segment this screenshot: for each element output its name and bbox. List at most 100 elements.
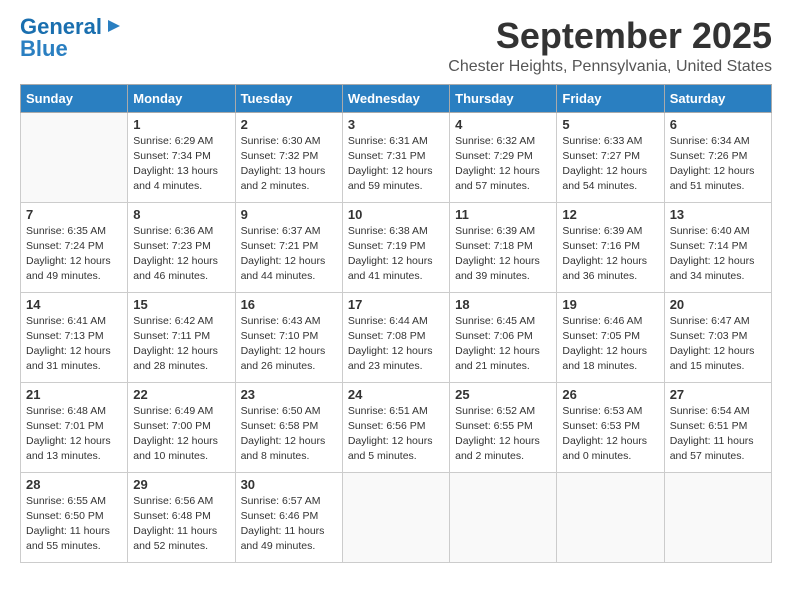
logo-blue: Blue	[20, 38, 68, 60]
calendar-cell: 9 Sunrise: 6:37 AMSunset: 7:21 PMDaylight…	[235, 202, 342, 292]
day-info: Sunrise: 6:31 AMSunset: 7:31 PMDaylight:…	[348, 134, 444, 195]
title-block: September 2025 Chester Heights, Pennsylv…	[448, 16, 772, 76]
day-info: Sunrise: 6:53 AMSunset: 6:53 PMDaylight:…	[562, 404, 658, 465]
day-info: Sunrise: 6:47 AMSunset: 7:03 PMDaylight:…	[670, 314, 766, 375]
month-title: September 2025	[448, 16, 772, 56]
day-number: 23	[241, 387, 337, 402]
calendar-header-row: SundayMondayTuesdayWednesdayThursdayFrid…	[21, 84, 772, 112]
calendar-cell	[664, 472, 771, 562]
day-number: 17	[348, 297, 444, 312]
day-number: 14	[26, 297, 122, 312]
calendar-cell	[342, 472, 449, 562]
day-number: 24	[348, 387, 444, 402]
day-info: Sunrise: 6:39 AMSunset: 7:16 PMDaylight:…	[562, 224, 658, 285]
calendar-cell: 22 Sunrise: 6:49 AMSunset: 7:00 PMDayligh…	[128, 382, 235, 472]
day-number: 27	[670, 387, 766, 402]
day-info: Sunrise: 6:42 AMSunset: 7:11 PMDaylight:…	[133, 314, 229, 375]
calendar-cell: 8Sunrise: 6:36 AMSunset: 7:23 PMDaylight…	[128, 202, 235, 292]
day-info: Sunrise: 6:48 AMSunset: 7:01 PMDaylight:…	[26, 404, 122, 465]
location: Chester Heights, Pennsylvania, United St…	[448, 58, 772, 76]
calendar-cell: 25Sunrise: 6:52 AMSunset: 6:55 PMDayligh…	[450, 382, 557, 472]
day-header-saturday: Saturday	[664, 84, 771, 112]
day-info: Sunrise: 6:39 AMSunset: 7:18 PMDaylight:…	[455, 224, 551, 285]
page-header: General Blue September 2025 Chester Heig…	[20, 16, 772, 76]
calendar-cell: 5Sunrise: 6:33 AMSunset: 7:27 PMDaylight…	[557, 112, 664, 202]
day-number: 6	[670, 117, 766, 132]
day-header-thursday: Thursday	[450, 84, 557, 112]
day-info: Sunrise: 6:36 AMSunset: 7:23 PMDaylight:…	[133, 224, 229, 285]
calendar-cell: 4 Sunrise: 6:32 AMSunset: 7:29 PMDaylight…	[450, 112, 557, 202]
day-info: Sunrise: 6:51 AMSunset: 6:56 PMDaylight:…	[348, 404, 444, 465]
day-info: Sunrise: 6:35 AMSunset: 7:24 PMDaylight:…	[26, 224, 122, 285]
day-number: 11	[455, 207, 551, 222]
day-info: Sunrise: 6:37 AMSunset: 7:21 PMDaylight:…	[241, 224, 337, 285]
day-info: Sunrise: 6:29 AMSunset: 7:34 PMDaylight:…	[133, 134, 229, 195]
calendar-cell	[557, 472, 664, 562]
day-header-wednesday: Wednesday	[342, 84, 449, 112]
day-info: Sunrise: 6:40 AMSunset: 7:14 PMDaylight:…	[670, 224, 766, 285]
calendar-cell: 14 Sunrise: 6:41 AMSunset: 7:13 PMDayligh…	[21, 292, 128, 382]
day-info: Sunrise: 6:41 AMSunset: 7:13 PMDaylight:…	[26, 314, 122, 375]
calendar-cell: 23 Sunrise: 6:50 AMSunset: 6:58 PMDayligh…	[235, 382, 342, 472]
day-header-friday: Friday	[557, 84, 664, 112]
week-row-4: 21 Sunrise: 6:48 AMSunset: 7:01 PMDayligh…	[21, 382, 772, 472]
day-number: 15	[133, 297, 229, 312]
day-info: Sunrise: 6:50 AMSunset: 6:58 PMDaylight:…	[241, 404, 337, 465]
calendar-cell: 17 Sunrise: 6:44 AMSunset: 7:08 PMDayligh…	[342, 292, 449, 382]
calendar-cell: 10 Sunrise: 6:38 AMSunset: 7:19 PMDayligh…	[342, 202, 449, 292]
day-number: 26	[562, 387, 658, 402]
day-number: 9	[241, 207, 337, 222]
calendar-cell: 19Sunrise: 6:46 AMSunset: 7:05 PMDayligh…	[557, 292, 664, 382]
day-number: 7	[26, 207, 122, 222]
day-number: 10	[348, 207, 444, 222]
calendar-cell: 1 Sunrise: 6:29 AMSunset: 7:34 PMDaylight…	[128, 112, 235, 202]
day-info: Sunrise: 6:49 AMSunset: 7:00 PMDaylight:…	[133, 404, 229, 465]
day-number: 2	[241, 117, 337, 132]
day-number: 12	[562, 207, 658, 222]
calendar-cell: 3Sunrise: 6:31 AMSunset: 7:31 PMDaylight…	[342, 112, 449, 202]
calendar-cell: 2 Sunrise: 6:30 AMSunset: 7:32 PMDaylight…	[235, 112, 342, 202]
day-header-sunday: Sunday	[21, 84, 128, 112]
day-info: Sunrise: 6:33 AMSunset: 7:27 PMDaylight:…	[562, 134, 658, 195]
day-header-tuesday: Tuesday	[235, 84, 342, 112]
calendar-cell: 11 Sunrise: 6:39 AMSunset: 7:18 PMDayligh…	[450, 202, 557, 292]
day-number: 22	[133, 387, 229, 402]
day-info: Sunrise: 6:44 AMSunset: 7:08 PMDaylight:…	[348, 314, 444, 375]
calendar-cell: 12 Sunrise: 6:39 AMSunset: 7:16 PMDayligh…	[557, 202, 664, 292]
calendar-cell: 30Sunrise: 6:57 AMSunset: 6:46 PMDayligh…	[235, 472, 342, 562]
calendar-cell: 27 Sunrise: 6:54 AMSunset: 6:51 PMDayligh…	[664, 382, 771, 472]
week-row-5: 28Sunrise: 6:55 AMSunset: 6:50 PMDayligh…	[21, 472, 772, 562]
day-info: Sunrise: 6:56 AMSunset: 6:48 PMDaylight:…	[133, 494, 229, 555]
day-info: Sunrise: 6:38 AMSunset: 7:19 PMDaylight:…	[348, 224, 444, 285]
day-info: Sunrise: 6:43 AMSunset: 7:10 PMDaylight:…	[241, 314, 337, 375]
calendar-cell: 28Sunrise: 6:55 AMSunset: 6:50 PMDayligh…	[21, 472, 128, 562]
day-info: Sunrise: 6:30 AMSunset: 7:32 PMDaylight:…	[241, 134, 337, 195]
logo-arrow-icon	[104, 16, 124, 36]
calendar-cell: 26 Sunrise: 6:53 AMSunset: 6:53 PMDayligh…	[557, 382, 664, 472]
day-number: 13	[670, 207, 766, 222]
calendar-cell: 16 Sunrise: 6:43 AMSunset: 7:10 PMDayligh…	[235, 292, 342, 382]
calendar-cell: 18Sunrise: 6:45 AMSunset: 7:06 PMDayligh…	[450, 292, 557, 382]
calendar-cell: 21 Sunrise: 6:48 AMSunset: 7:01 PMDayligh…	[21, 382, 128, 472]
day-number: 21	[26, 387, 122, 402]
day-info: Sunrise: 6:45 AMSunset: 7:06 PMDaylight:…	[455, 314, 551, 375]
week-row-2: 7 Sunrise: 6:35 AMSunset: 7:24 PMDaylight…	[21, 202, 772, 292]
day-number: 25	[455, 387, 551, 402]
day-header-monday: Monday	[128, 84, 235, 112]
day-number: 20	[670, 297, 766, 312]
calendar-cell: 13 Sunrise: 6:40 AMSunset: 7:14 PMDayligh…	[664, 202, 771, 292]
day-number: 19	[562, 297, 658, 312]
calendar-cell: 15 Sunrise: 6:42 AMSunset: 7:11 PMDayligh…	[128, 292, 235, 382]
calendar-body: 1 Sunrise: 6:29 AMSunset: 7:34 PMDaylight…	[21, 112, 772, 562]
day-number: 30	[241, 477, 337, 492]
day-number: 16	[241, 297, 337, 312]
day-number: 1	[133, 117, 229, 132]
day-number: 4	[455, 117, 551, 132]
day-info: Sunrise: 6:34 AMSunset: 7:26 PMDaylight:…	[670, 134, 766, 195]
calendar-cell: 20 Sunrise: 6:47 AMSunset: 7:03 PMDayligh…	[664, 292, 771, 382]
week-row-1: 1 Sunrise: 6:29 AMSunset: 7:34 PMDaylight…	[21, 112, 772, 202]
day-info: Sunrise: 6:54 AMSunset: 6:51 PMDaylight:…	[670, 404, 766, 465]
day-info: Sunrise: 6:32 AMSunset: 7:29 PMDaylight:…	[455, 134, 551, 195]
logo: General Blue	[20, 16, 124, 60]
calendar-cell: 7 Sunrise: 6:35 AMSunset: 7:24 PMDaylight…	[21, 202, 128, 292]
